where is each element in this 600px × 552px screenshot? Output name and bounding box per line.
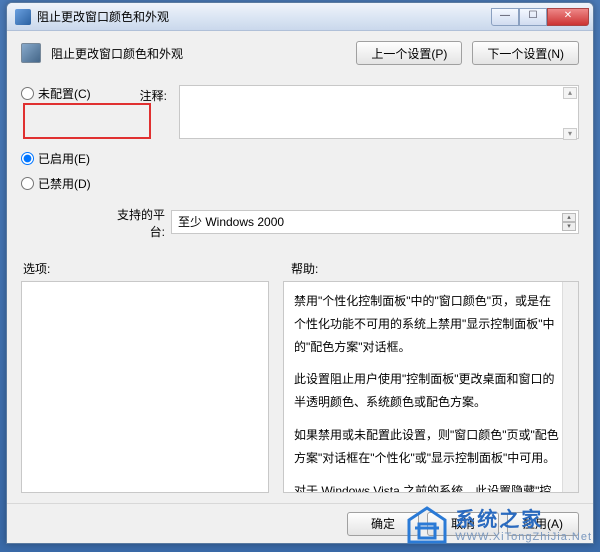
radio-enabled-label: 已启用(E)	[38, 150, 90, 167]
help-pane[interactable]: 禁用"个性化控制面板"中的"窗口颜色"页，或是在个性化功能不可用的系统上禁用"显…	[283, 281, 579, 493]
radio-not-configured[interactable]: 未配置(C)	[21, 85, 113, 102]
help-paragraph: 对于 Windows Vista 之前的系统，此设置隐藏"控制面板"中的"显示"…	[294, 480, 560, 493]
options-pane[interactable]	[21, 281, 269, 493]
policy-title: 阻止更改窗口颜色和外观	[51, 45, 346, 62]
radio-disabled[interactable]: 已禁用(D)	[21, 175, 113, 192]
radio-not-configured-label: 未配置(C)	[38, 85, 91, 102]
next-setting-button[interactable]: 下一个设置(N)	[472, 41, 579, 65]
close-button[interactable]: ✕	[547, 8, 589, 26]
radio-enabled-input[interactable]	[21, 152, 34, 165]
platform-label: 支持的平台:	[113, 204, 171, 240]
help-paragraph: 此设置阻止用户使用"控制面板"更改桌面和窗口的半透明颜色、系统颜色或配色方案。	[294, 368, 560, 414]
state-section: 未配置(C) 注释: ▴ ▾ 已启用(E)	[21, 81, 579, 240]
radio-disabled-label: 已禁用(D)	[38, 175, 91, 192]
comment-label: 注释:	[119, 85, 173, 104]
comment-textarea[interactable]	[179, 85, 579, 139]
comment-scroll-up[interactable]: ▴	[563, 87, 577, 99]
help-scrollbar[interactable]	[562, 282, 578, 492]
comment-scroll-down[interactable]: ▾	[563, 128, 577, 140]
radio-disabled-input[interactable]	[21, 177, 34, 190]
help-paragraph: 禁用"个性化控制面板"中的"窗口颜色"页，或是在个性化功能不可用的系统上禁用"显…	[294, 290, 560, 358]
header-row: 阻止更改窗口颜色和外观 上一个设置(P) 下一个设置(N)	[21, 41, 579, 65]
previous-setting-button[interactable]: 上一个设置(P)	[356, 41, 462, 65]
platform-spin-up[interactable]: ▴	[562, 213, 576, 222]
radio-enabled[interactable]: 已启用(E)	[21, 150, 113, 167]
pane-labels: 选项: 帮助:	[21, 260, 579, 277]
content-area: 阻止更改窗口颜色和外观 上一个设置(P) 下一个设置(N) 未配置(C) 注释:…	[7, 31, 593, 503]
ok-button[interactable]: 确定	[347, 512, 419, 536]
app-icon	[15, 9, 31, 25]
apply-button[interactable]: 应用(A)	[507, 512, 579, 536]
help-paragraph: 如果禁用或未配置此设置，则"窗口颜色"页或"配色方案"对话框在"个性化"或"显示…	[294, 424, 560, 470]
dialog-window: 阻止更改窗口颜色和外观 — ☐ ✕ 阻止更改窗口颜色和外观 上一个设置(P) 下…	[6, 2, 594, 544]
platform-spin-down[interactable]: ▾	[562, 222, 576, 231]
footer: 确定 取消 应用(A)	[7, 503, 593, 543]
window-title: 阻止更改窗口颜色和外观	[37, 8, 491, 25]
panes-row: 禁用"个性化控制面板"中的"窗口颜色"页，或是在个性化功能不可用的系统上禁用"显…	[21, 281, 579, 493]
window-controls: — ☐ ✕	[491, 8, 589, 26]
titlebar[interactable]: 阻止更改窗口颜色和外观 — ☐ ✕	[7, 3, 593, 31]
platform-field[interactable]: 至少 Windows 2000 ▴ ▾	[171, 210, 579, 234]
radio-not-configured-input[interactable]	[21, 87, 34, 100]
help-label: 帮助:	[271, 260, 579, 277]
policy-icon	[21, 43, 41, 63]
options-label: 选项:	[21, 260, 271, 277]
maximize-button[interactable]: ☐	[519, 8, 547, 26]
cancel-button[interactable]: 取消	[427, 512, 499, 536]
minimize-button[interactable]: —	[491, 8, 519, 26]
platform-value: 至少 Windows 2000	[178, 215, 284, 229]
